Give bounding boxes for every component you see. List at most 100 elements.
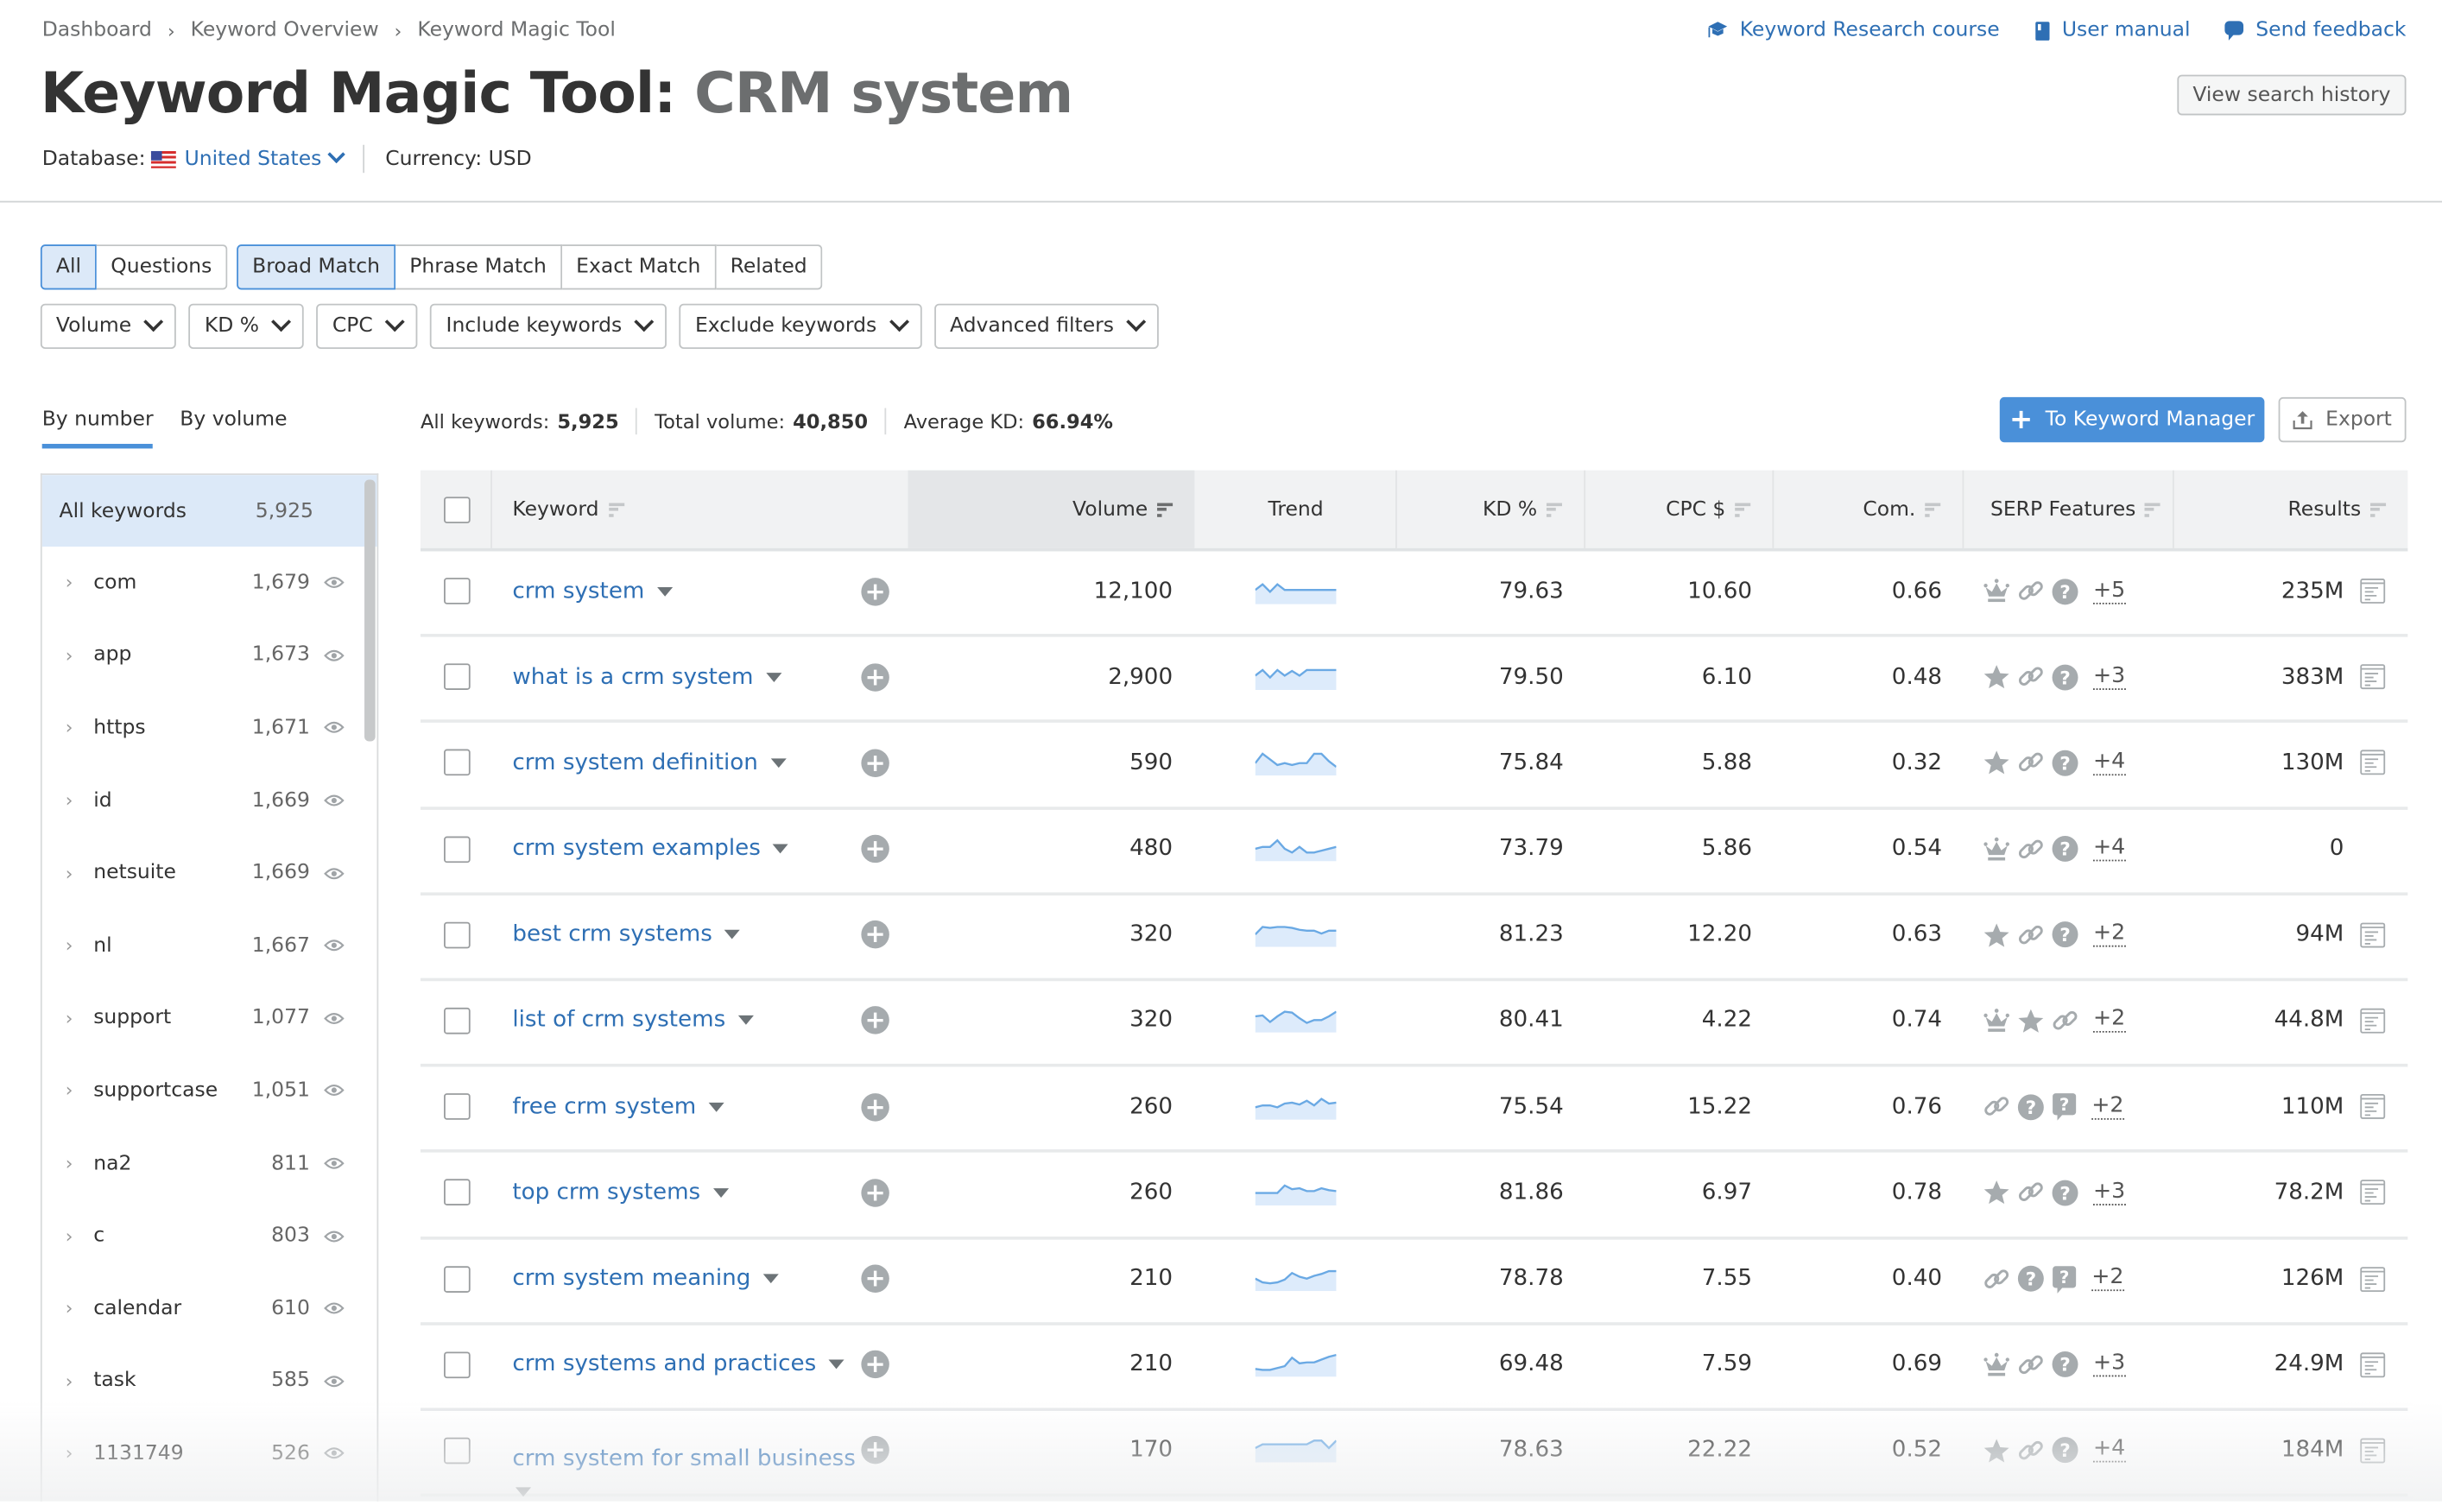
tab-broad-match[interactable]: Broad Match xyxy=(237,244,396,290)
eye-icon[interactable] xyxy=(324,1230,345,1242)
add-to-list-icon[interactable]: + xyxy=(861,834,889,864)
add-to-list-icon[interactable]: + xyxy=(861,1006,889,1035)
row-checkbox[interactable] xyxy=(443,1007,470,1034)
user-manual-link[interactable]: User manual xyxy=(2034,19,2191,42)
row-checkbox[interactable] xyxy=(443,1093,470,1120)
tab-by-number[interactable]: By number xyxy=(41,408,154,449)
serp-snapshot-icon[interactable] xyxy=(2359,664,2386,691)
chevron-right-icon[interactable]: › xyxy=(66,1298,73,1319)
caret-down-icon[interactable] xyxy=(515,1488,532,1497)
send-feedback-link[interactable]: Send feedback xyxy=(2224,19,2407,42)
add-to-list-icon[interactable]: + xyxy=(861,1092,889,1121)
group-item[interactable]: › c 803 xyxy=(42,1199,377,1272)
group-item[interactable]: › task 585 xyxy=(42,1344,377,1417)
keyword-link[interactable]: free crm system xyxy=(512,1094,696,1119)
serp-snapshot-icon[interactable] xyxy=(2359,1180,2386,1206)
row-checkbox[interactable] xyxy=(443,663,470,691)
cpc-filter[interactable]: CPC xyxy=(316,303,419,349)
serp-snapshot-icon[interactable] xyxy=(2359,1437,2386,1464)
caret-down-icon[interactable] xyxy=(712,1187,729,1198)
more-serp-features[interactable]: +4 xyxy=(2092,1437,2126,1464)
caret-down-icon[interactable] xyxy=(724,930,741,940)
group-item[interactable]: › id 1,669 xyxy=(42,764,377,837)
keyword-link[interactable]: crm system definition xyxy=(512,750,757,775)
row-checkbox[interactable] xyxy=(443,1351,470,1378)
chevron-right-icon[interactable]: › xyxy=(66,1443,73,1465)
keyword-link[interactable]: list of crm systems xyxy=(512,1009,725,1034)
tab-all[interactable]: All xyxy=(40,244,98,290)
exclude-keywords-filter[interactable]: Exclude keywords xyxy=(679,303,922,349)
chevron-right-icon[interactable]: › xyxy=(66,572,73,593)
row-checkbox[interactable] xyxy=(443,578,470,604)
serp-snapshot-icon[interactable] xyxy=(2359,1351,2386,1378)
column-volume[interactable]: Volume xyxy=(908,470,1195,548)
volume-filter[interactable]: Volume xyxy=(40,303,177,349)
add-to-list-icon[interactable]: + xyxy=(861,1178,889,1207)
eye-icon[interactable] xyxy=(324,867,345,879)
caret-down-icon[interactable] xyxy=(708,1102,724,1112)
more-serp-features[interactable]: +4 xyxy=(2092,836,2126,862)
kd-filter[interactable]: KD % xyxy=(188,303,305,349)
keyword-link[interactable]: top crm systems xyxy=(512,1180,700,1205)
more-serp-features[interactable]: +2 xyxy=(2092,1008,2126,1034)
add-to-list-icon[interactable]: + xyxy=(861,749,889,777)
column-keyword[interactable]: Keyword xyxy=(490,470,908,548)
eye-icon[interactable] xyxy=(324,1302,345,1314)
eye-icon[interactable] xyxy=(324,722,345,734)
eye-icon[interactable] xyxy=(324,1375,345,1387)
chevron-right-icon[interactable]: › xyxy=(66,935,73,957)
more-serp-features[interactable]: +5 xyxy=(2092,578,2126,604)
eye-icon[interactable] xyxy=(324,649,345,661)
caret-down-icon[interactable] xyxy=(770,758,787,768)
column-kd[interactable]: KD % xyxy=(1395,470,1584,548)
column-serp-features[interactable]: SERP Features xyxy=(1962,470,2173,548)
row-checkbox[interactable] xyxy=(443,835,470,863)
group-item[interactable]: › com 1,679 xyxy=(42,547,377,619)
chevron-right-icon[interactable]: › xyxy=(66,790,73,812)
serp-snapshot-icon[interactable] xyxy=(2359,921,2386,948)
caret-down-icon[interactable] xyxy=(773,844,789,854)
serp-snapshot-icon[interactable] xyxy=(2359,1008,2386,1034)
row-checkbox[interactable] xyxy=(443,750,470,776)
column-com[interactable]: Com. xyxy=(1772,470,1962,548)
eye-icon[interactable] xyxy=(324,939,345,952)
keyword-link[interactable]: crm systems and practices xyxy=(512,1352,816,1377)
keyword-link[interactable]: crm system xyxy=(512,579,644,604)
keyword-link[interactable]: crm system for small business xyxy=(512,1447,856,1472)
group-item[interactable]: › supportcase 1,051 xyxy=(42,1054,377,1127)
database-selector[interactable]: United States xyxy=(185,145,346,170)
eye-icon[interactable] xyxy=(324,794,345,807)
sidebar-scrollbar[interactable] xyxy=(364,479,376,742)
include-keywords-filter[interactable]: Include keywords xyxy=(430,303,667,349)
group-item[interactable]: › app 1,673 xyxy=(42,619,377,692)
chevron-right-icon[interactable]: › xyxy=(66,1153,73,1174)
tab-exact-match[interactable]: Exact Match xyxy=(561,244,717,290)
group-item[interactable]: › na2 811 xyxy=(42,1127,377,1199)
tab-questions[interactable]: Questions xyxy=(97,244,228,290)
chevron-right-icon[interactable]: › xyxy=(66,1225,73,1247)
caret-down-icon[interactable] xyxy=(737,1015,754,1026)
keyword-research-course-link[interactable]: Keyword Research course xyxy=(1707,19,2000,42)
group-item[interactable]: › netsuite 1,669 xyxy=(42,837,377,909)
eye-icon[interactable] xyxy=(324,1012,345,1024)
advanced-filters[interactable]: Advanced filters xyxy=(933,303,1160,349)
breadcrumb-dashboard[interactable]: Dashboard xyxy=(42,19,152,42)
tab-phrase-match[interactable]: Phrase Match xyxy=(395,244,562,290)
row-checkbox[interactable] xyxy=(443,921,470,948)
chevron-right-icon[interactable]: › xyxy=(66,1008,73,1029)
chevron-right-icon[interactable]: › xyxy=(66,718,73,739)
view-search-history-button[interactable]: View search history xyxy=(2177,74,2407,116)
add-to-list-icon[interactable]: + xyxy=(861,1264,889,1293)
group-item[interactable]: › support 1,077 xyxy=(42,982,377,1054)
tab-by-volume[interactable]: By volume xyxy=(180,408,287,449)
add-to-list-icon[interactable]: + xyxy=(861,577,889,605)
serp-snapshot-icon[interactable] xyxy=(2359,1093,2386,1120)
to-keyword-manager-button[interactable]: + To Keyword Manager xyxy=(1999,396,2265,443)
export-button[interactable]: Export xyxy=(2278,396,2407,443)
eye-icon[interactable] xyxy=(324,1447,345,1459)
caret-down-icon[interactable] xyxy=(656,586,673,596)
serp-snapshot-icon[interactable] xyxy=(2359,578,2386,604)
keyword-link[interactable]: crm system meaning xyxy=(512,1266,750,1291)
more-serp-features[interactable]: +3 xyxy=(2092,1351,2126,1377)
caret-down-icon[interactable] xyxy=(765,672,781,682)
